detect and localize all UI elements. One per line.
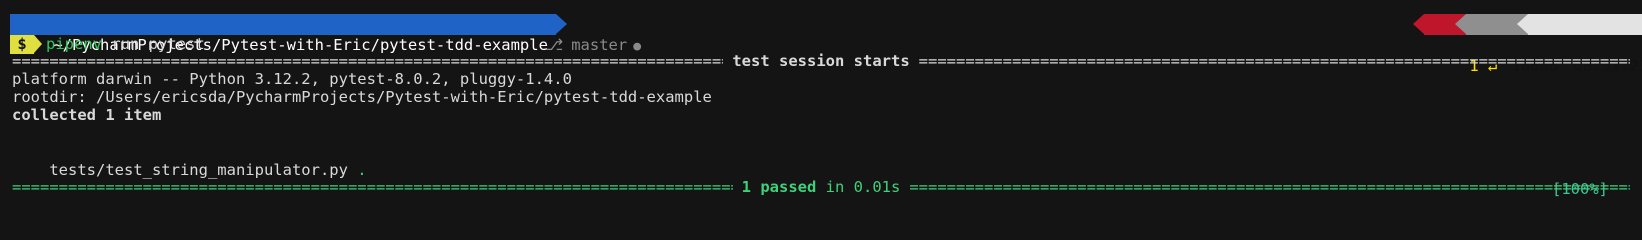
summary-passed-count: 1 passed bbox=[741, 178, 817, 196]
terminal-window[interactable]: ~/PycharmProjects/Pytest-with-Eric/pytes… bbox=[0, 0, 1642, 217]
command-args: run pytest bbox=[102, 35, 205, 53]
command-program: pipenv bbox=[46, 35, 102, 53]
test-result-row: tests/test_string_manipulator.py . [100%… bbox=[12, 142, 1630, 198]
summary-separator-left: ========================================… bbox=[12, 178, 733, 196]
history-left-cap bbox=[1455, 14, 1466, 34]
rootdir-info: rootdir: /Users/ericsda/PycharmProjects/… bbox=[12, 88, 712, 106]
prompt-path-segment: ~/PycharmProjects/Pytest-with-Eric/pytes… bbox=[10, 14, 567, 54]
test-pass-dot: . bbox=[357, 161, 367, 179]
summary-separator: ========================================… bbox=[12, 178, 1630, 197]
prompt-symbol-arrow bbox=[34, 35, 42, 53]
session-header-separator: ========================================… bbox=[12, 52, 1630, 71]
platform-info: platform darwin -- Python 3.12.2, pytest… bbox=[12, 70, 572, 88]
separator-right: ========================================… bbox=[918, 52, 1630, 70]
test-file-name: tests/test_string_manipulator.py bbox=[49, 161, 358, 179]
status-left-cap bbox=[1413, 14, 1424, 34]
summary-duration: in 0.01s bbox=[816, 178, 901, 196]
git-status-segment: ⎇ master ● bbox=[508, 14, 641, 54]
separator-left: ========================================… bbox=[12, 52, 723, 70]
collected-info: collected 1 item bbox=[12, 106, 162, 124]
summary-text: 1 passed in 0.01s bbox=[733, 178, 910, 197]
summary-separator-right: ========================================… bbox=[909, 178, 1630, 196]
clock-left-cap bbox=[1517, 14, 1528, 34]
clock-segment: 08:51:23 bbox=[1517, 14, 1642, 75]
session-header-title: test session starts bbox=[732, 52, 910, 70]
